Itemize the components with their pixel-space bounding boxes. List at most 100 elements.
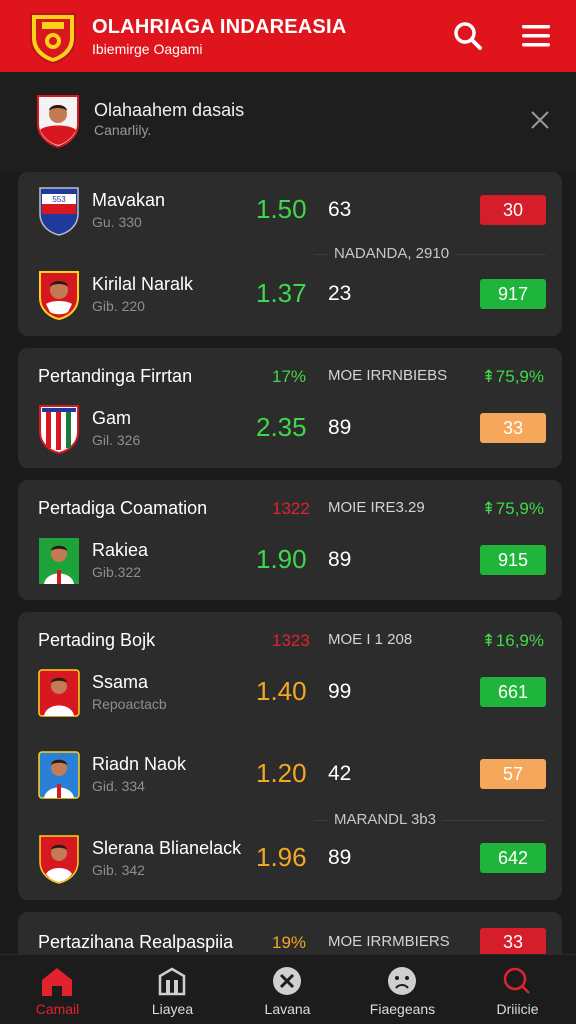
team-sub: Gib. 342	[92, 862, 145, 878]
match-info: MOE IRRNBIEBS	[328, 367, 448, 384]
bet-button[interactable]: 915	[480, 545, 546, 575]
odds-value: 2.35	[256, 412, 307, 442]
building-icon	[155, 965, 189, 997]
search-button[interactable]	[448, 16, 488, 56]
nav-item-profile[interactable]: Fiaegeans	[345, 955, 460, 1024]
match-card: 553 Mavakan Gu. 330 1.50 63 30 NADANDA, …	[18, 172, 562, 336]
match-header: Pertazihana Realpaspiia 19% MOE IRRMBIER…	[38, 926, 544, 956]
nav-label: Driiicie	[496, 1001, 539, 1017]
app-logo-crest-icon	[28, 10, 78, 65]
nav-item-home[interactable]: Camail	[0, 955, 115, 1024]
team-sub: Gu. 330	[92, 214, 142, 230]
match-info: MOE IRRMBIERS	[328, 933, 450, 950]
nav-label: Liayea	[151, 1001, 194, 1017]
team-crest-icon	[38, 404, 80, 455]
team-row[interactable]: Slerana Blianelack Gib. 342 1.96 89 642	[18, 828, 562, 890]
menu-button[interactable]	[516, 16, 556, 56]
bet-button[interactable]: 33	[480, 928, 546, 956]
app-header: OLAHRIAGA INDAREASIA Ibiemirge Oagami	[0, 0, 576, 72]
bet-button[interactable]: 57	[480, 759, 546, 789]
odds-value: 1.40	[256, 676, 307, 706]
close-icon	[531, 111, 549, 129]
bet-button[interactable]: 33	[480, 413, 546, 443]
match-title: Pertandinga Firrtan	[38, 366, 193, 386]
match-stat: 1323	[272, 631, 310, 650]
team-name: Ssama	[92, 672, 149, 692]
bet-button[interactable]: 642	[480, 843, 546, 873]
team-name: Mavakan	[92, 190, 166, 210]
player-avatar-icon	[38, 668, 80, 718]
divider-label: MARANDL 3b3	[328, 811, 442, 828]
team-name: Kirilal Naralk	[92, 274, 194, 294]
nav-label: Lavana	[264, 1001, 311, 1017]
nav-item-live[interactable]: Lavana	[230, 955, 345, 1024]
close-circle-icon	[270, 965, 304, 997]
match-header: Pertandinga Firrtan 17% MOE IRRNBIEBS ⇞7…	[38, 360, 544, 390]
team-sub: Gid. 334	[92, 778, 145, 794]
team-sub: Gib. 220	[92, 298, 145, 314]
team-row[interactable]: Riadn Naok Gid. 334 1.20 42 57	[18, 744, 562, 806]
match-info: MOIE IRE3.29	[328, 499, 425, 516]
home-icon	[40, 965, 74, 997]
player-avatar-icon	[38, 750, 80, 800]
nav-item-search[interactable]: Driiicie	[460, 955, 575, 1024]
app-subtitle: Ibiemirge Oagami	[92, 41, 203, 57]
team-row[interactable]: Kirilal Naralk Gib. 220 1.37 23 917	[18, 264, 562, 326]
team-name: Slerana Blianelack	[92, 838, 242, 858]
odds-value: 1.90	[256, 544, 307, 574]
score-value: 63	[328, 198, 352, 221]
match-title: Pertading Bojk	[38, 630, 156, 650]
notification-banner: Olahaahem dasais Canarlily.	[0, 72, 576, 172]
team-row[interactable]: Ssama Repoactacb 1.40 99 661	[18, 662, 562, 724]
odds-value: 1.20	[256, 758, 307, 788]
bet-button[interactable]: 917	[480, 279, 546, 309]
score-value: 89	[328, 416, 352, 439]
match-header: Pertadiga Coamation 1322 MOIE IRE3.29 ⇞7…	[38, 492, 544, 522]
close-notice-button[interactable]	[524, 104, 556, 136]
match-header: Pertading Bojk 1323 MOE I 1 208 ⇞16,9%	[38, 624, 544, 654]
match-card: Pertandinga Firrtan 17% MOE IRRNBIEBS ⇞7…	[18, 348, 562, 468]
match-card: Pertading Bojk 1323 MOE I 1 208 ⇞16,9% S…	[18, 612, 562, 900]
nav-item-league[interactable]: Liayea	[115, 955, 230, 1024]
match-card: Pertadiga Coamation 1322 MOIE IRE3.29 ⇞7…	[18, 480, 562, 600]
match-stat: 19%	[272, 933, 307, 952]
team-row[interactable]: Rakiea Gib.322 1.90 89 915	[18, 530, 562, 592]
team-name: Riadn Naok	[92, 754, 187, 774]
odds-value: 1.37	[256, 278, 307, 308]
match-stat: 1322	[272, 499, 310, 518]
team-crest-icon	[38, 270, 80, 321]
nav-label: Fiaegeans	[369, 1001, 436, 1017]
player-avatar-icon	[38, 536, 80, 586]
match-title: Pertazihana Realpaspiia	[38, 932, 234, 952]
match-percentage: ⇞75,9%	[481, 367, 544, 386]
team-row[interactable]: Gam Gil. 326 2.35 89 33	[18, 398, 562, 460]
notice-title: Olahaahem dasais	[94, 100, 245, 120]
team-sub: Gil. 326	[92, 432, 141, 448]
match-stat: 17%	[272, 367, 307, 386]
score-value: 89	[328, 846, 352, 869]
search-icon	[500, 965, 534, 997]
team-sub: Repoactacb	[92, 696, 167, 712]
match-percentage: ⇞75,9%	[481, 499, 544, 518]
team-name: Rakiea	[92, 540, 149, 560]
hamburger-icon	[522, 25, 550, 47]
odds-value: 1.96	[256, 842, 307, 872]
score-value: 99	[328, 680, 352, 703]
team-name: Gam	[92, 408, 132, 428]
match-info: MOE I 1 208	[328, 631, 413, 648]
bottom-navigation: Camail Liayea Lavana Fiaegeans Driiicie	[0, 954, 576, 1024]
player-avatar-icon	[38, 834, 80, 884]
nav-label: Camail	[35, 1001, 80, 1017]
face-icon	[385, 965, 419, 997]
app-title: OLAHRIAGA INDAREASIA	[92, 16, 347, 38]
score-value: 89	[328, 548, 352, 571]
team-crest-icon: 553	[38, 186, 80, 236]
bet-button[interactable]: 661	[480, 677, 546, 707]
notice-subtitle: Canarlily.	[94, 122, 152, 138]
team-sub: Gib.322	[92, 564, 142, 580]
team-row[interactable]: 553 Mavakan Gu. 330 1.50 63 30	[18, 180, 562, 242]
svg-text:553: 553	[52, 195, 66, 204]
odds-value: 1.50	[256, 194, 307, 224]
score-value: 23	[328, 282, 352, 305]
bet-button[interactable]: 30	[480, 195, 546, 225]
